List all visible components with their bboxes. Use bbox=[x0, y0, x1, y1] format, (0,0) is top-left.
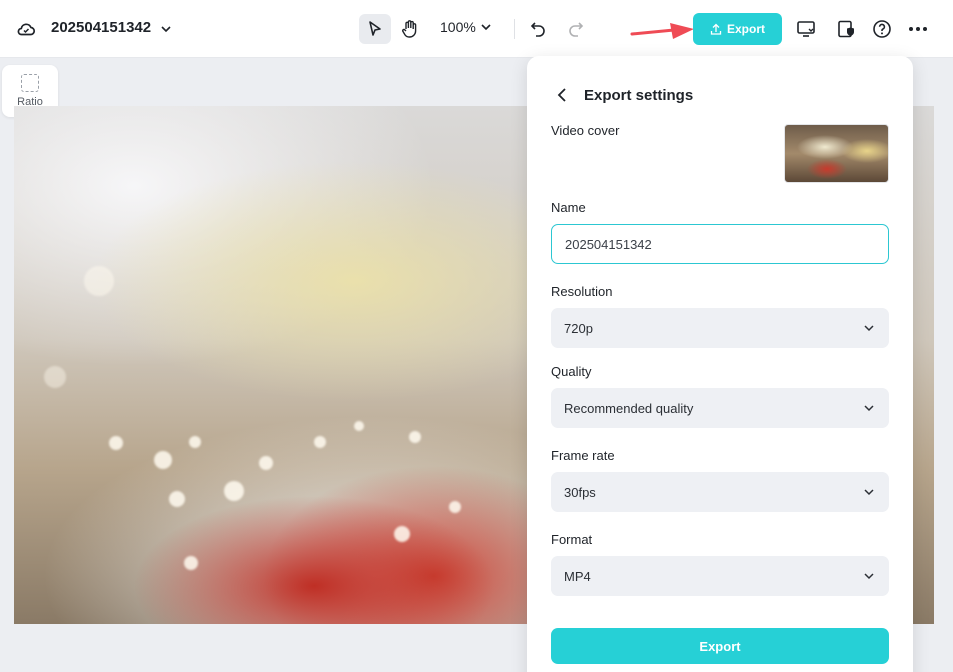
chevron-down-icon bbox=[864, 573, 874, 580]
bokeh-highlight bbox=[314, 436, 326, 448]
format-label: Format bbox=[551, 532, 593, 547]
upload-icon bbox=[710, 23, 722, 35]
video-cover-thumbnail[interactable] bbox=[784, 124, 889, 183]
export-button-label: Export bbox=[726, 22, 765, 36]
hand-icon bbox=[402, 20, 417, 38]
select-tool-button[interactable] bbox=[359, 14, 391, 44]
export-submit-button[interactable]: Export bbox=[551, 628, 889, 664]
hand-tool-button[interactable] bbox=[396, 14, 424, 44]
bokeh-highlight bbox=[169, 491, 185, 507]
cursor-icon bbox=[369, 21, 381, 36]
bokeh-highlight bbox=[409, 431, 421, 443]
redo-button[interactable] bbox=[564, 17, 588, 41]
quality-select[interactable]: Recommended quality bbox=[551, 388, 889, 428]
zoom-dropdown[interactable]: 100% bbox=[440, 19, 492, 35]
chevron-down-icon bbox=[481, 24, 491, 31]
chevron-left-icon bbox=[557, 88, 566, 102]
export-settings-panel: Export settings Video cover Name Resolut… bbox=[527, 56, 913, 672]
panel-title: Export settings bbox=[584, 87, 694, 104]
resolution-value: 720p bbox=[564, 320, 593, 336]
bokeh-highlight bbox=[189, 436, 201, 448]
annotation-arrow bbox=[630, 22, 696, 42]
resolution-select[interactable]: 720p bbox=[551, 308, 889, 348]
name-input[interactable] bbox=[551, 224, 889, 264]
quality-value: Recommended quality bbox=[564, 400, 694, 416]
quality-label: Quality bbox=[551, 364, 592, 379]
ratio-icon bbox=[21, 74, 39, 92]
video-cover-label: Video cover bbox=[551, 123, 620, 138]
top-bar: 202504151342 100% Export bbox=[0, 0, 953, 58]
export-button[interactable]: Export bbox=[693, 13, 782, 45]
project-name[interactable]: 202504151342 bbox=[51, 19, 151, 36]
bokeh-highlight bbox=[224, 481, 244, 501]
bokeh-highlight bbox=[44, 366, 66, 388]
present-screen-icon[interactable] bbox=[794, 17, 818, 41]
toolbar-divider bbox=[514, 19, 515, 39]
format-select[interactable]: MP4 bbox=[551, 556, 889, 596]
bokeh-highlight bbox=[449, 501, 461, 513]
undo-icon bbox=[530, 22, 545, 37]
frame-rate-value: 30fps bbox=[564, 484, 596, 500]
zoom-level: 100% bbox=[440, 19, 476, 35]
back-button[interactable] bbox=[551, 84, 573, 106]
bokeh-highlight bbox=[259, 456, 273, 470]
more-options-icon[interactable] bbox=[906, 17, 930, 41]
undo-button[interactable] bbox=[526, 17, 550, 41]
format-value: MP4 bbox=[564, 568, 591, 584]
bokeh-highlight bbox=[154, 451, 172, 469]
chevron-down-icon bbox=[864, 489, 874, 496]
chevron-down-icon bbox=[864, 325, 874, 332]
name-label: Name bbox=[551, 200, 586, 215]
bokeh-highlight bbox=[84, 266, 114, 296]
bokeh-highlight bbox=[109, 436, 123, 450]
bokeh-highlight bbox=[394, 526, 410, 542]
shield-check-icon[interactable] bbox=[834, 17, 858, 41]
cloud-save-icon[interactable] bbox=[14, 17, 38, 41]
resolution-label: Resolution bbox=[551, 284, 613, 299]
chevron-down-icon bbox=[864, 405, 874, 412]
bokeh-highlight bbox=[184, 556, 198, 570]
chevron-down-icon[interactable] bbox=[156, 18, 176, 40]
bokeh-highlight bbox=[354, 421, 364, 431]
frame-rate-label: Frame rate bbox=[551, 448, 615, 463]
help-icon[interactable] bbox=[870, 17, 894, 41]
redo-icon bbox=[569, 22, 584, 37]
frame-rate-select[interactable]: 30fps bbox=[551, 472, 889, 512]
